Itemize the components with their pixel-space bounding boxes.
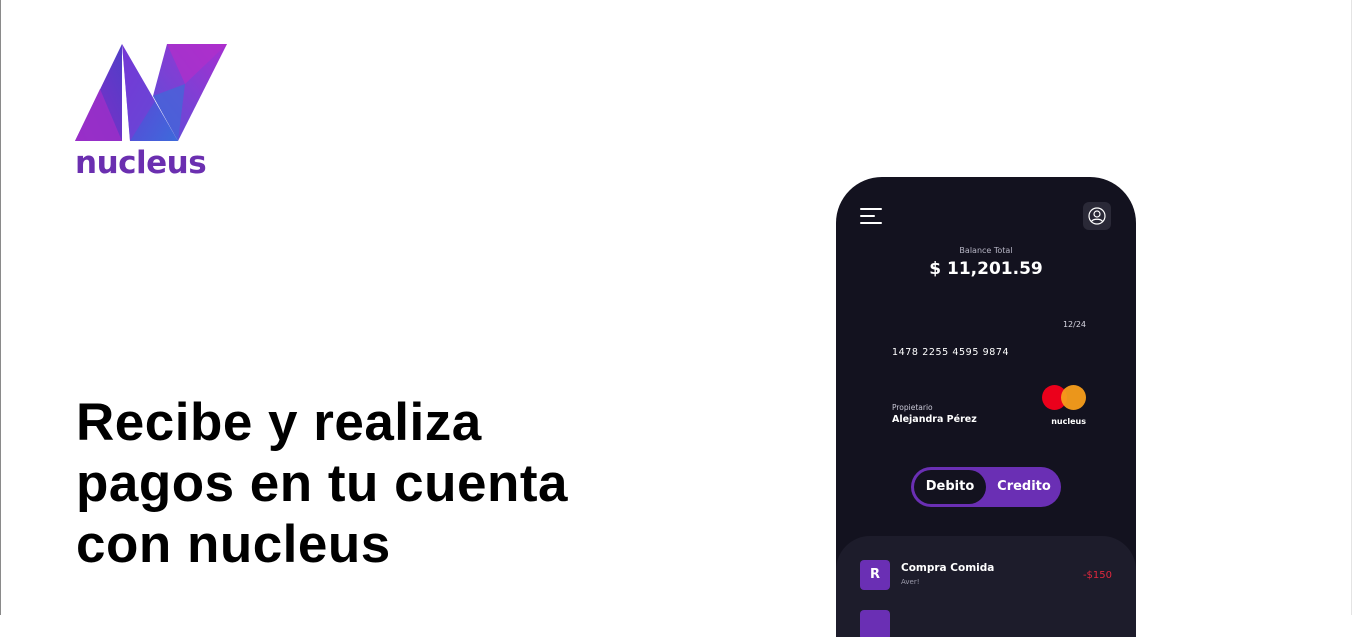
balance-label: Balance Total — [959, 246, 1013, 255]
debit-credit-toggle: Debito Credito — [911, 467, 1061, 507]
card-number: 1478 2255 4595 9874 — [892, 347, 1010, 358]
transactions-panel: R Compra Comida Aver! -$150 — [836, 536, 1136, 637]
headline-line-1: Recibe y realiza — [76, 393, 482, 452]
transaction-avatar-partial — [860, 610, 890, 637]
headline-line-2: pagos en tu cuenta — [76, 454, 568, 513]
nucleus-logo[interactable]: nucleus — [75, 44, 235, 184]
headline-line-3: con nucleus — [76, 515, 391, 574]
card-brand: nucleus — [1051, 417, 1086, 426]
card-expiry: 12/24 — [1062, 320, 1086, 329]
left-border — [0, 0, 1, 615]
transaction-title: Compra Comida — [901, 562, 995, 574]
toggle-credit-button[interactable]: Credito — [989, 470, 1059, 504]
transaction-amount: -$150 — [1082, 570, 1112, 581]
profile-button[interactable] — [1083, 202, 1111, 230]
card-owner-name: Alejandra Pérez — [892, 414, 977, 425]
hero-headline: Recibe y realiza pagos en tu cuenta con … — [76, 392, 636, 575]
card-owner-label: Propietario — [892, 403, 933, 412]
credit-card[interactable]: 12/24 1478 2255 4595 9874 Propietario Al… — [876, 307, 1096, 437]
transaction-avatar: R — [860, 560, 890, 590]
nucleus-logo-mark-icon — [75, 44, 227, 141]
transaction-row[interactable]: R Compra Comida Aver! -$150 — [860, 560, 1112, 590]
mastercard-icon — [1042, 385, 1088, 411]
hamburger-menu-icon[interactable] — [860, 206, 882, 226]
transaction-subtitle: Aver! — [901, 578, 920, 586]
user-profile-icon — [1088, 207, 1106, 225]
balance-amount: $ 11,201.59 — [929, 259, 1043, 279]
phone-mockup: Balance Total $ 11,201.59 12/24 1478 225… — [836, 177, 1136, 637]
toggle-debit-button[interactable]: Debito — [914, 470, 986, 504]
logo-wordmark: nucleus — [75, 145, 207, 181]
